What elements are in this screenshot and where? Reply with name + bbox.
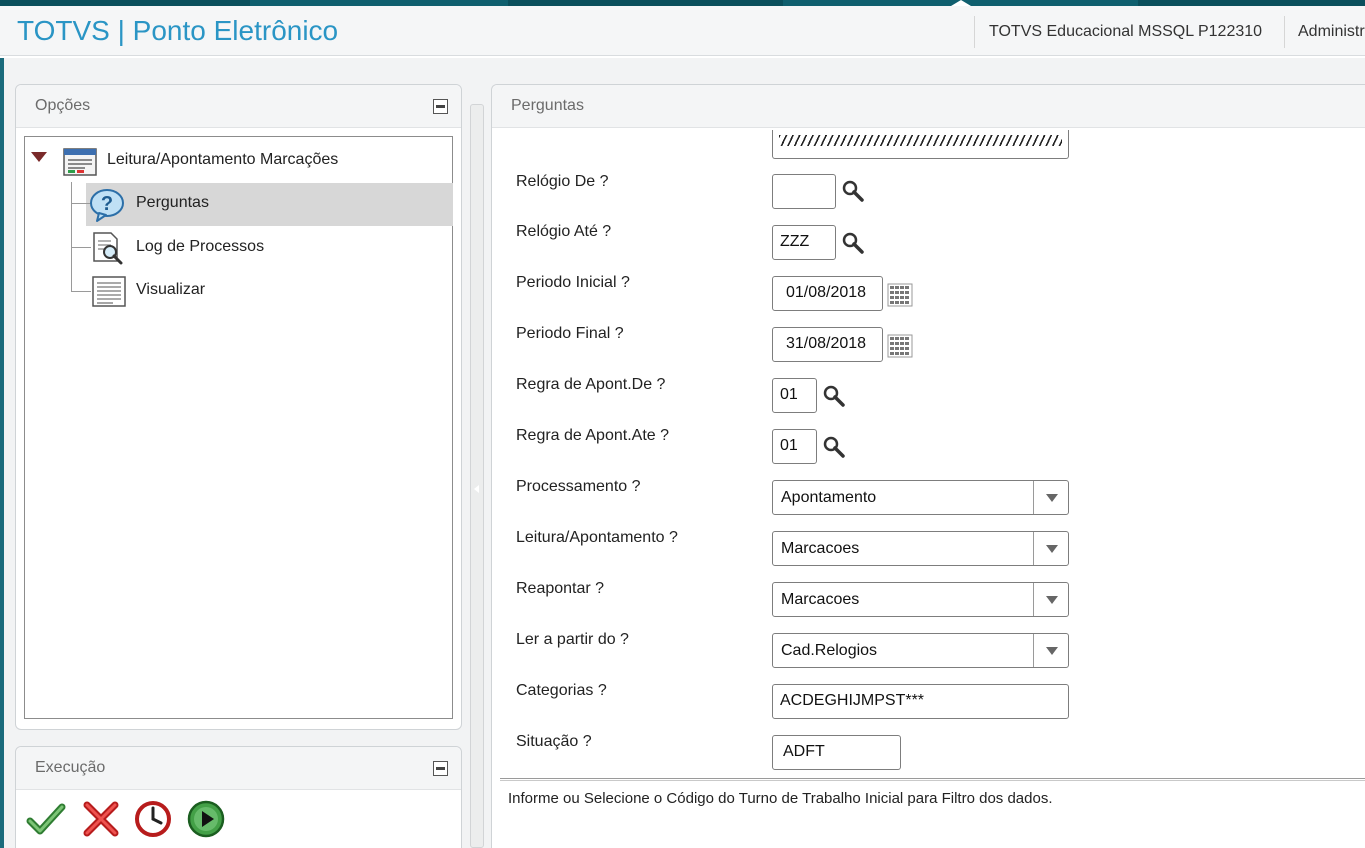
chevron-down-icon[interactable] bbox=[1033, 481, 1068, 514]
options-tree: Leitura/Apontamento Marcações ? Pergunta… bbox=[24, 136, 453, 719]
question-label: Relógio Até ? bbox=[516, 223, 612, 240]
tree-item-perguntas[interactable]: Perguntas bbox=[136, 194, 209, 212]
svg-text:?: ? bbox=[101, 193, 113, 215]
play-icon[interactable] bbox=[186, 799, 226, 839]
chevron-down-icon[interactable] bbox=[1033, 634, 1068, 667]
opcoes-panel-title: Opções bbox=[35, 97, 91, 114]
tree-expand-icon[interactable] bbox=[31, 152, 47, 162]
chevron-down-icon[interactable] bbox=[1033, 532, 1068, 565]
x-icon[interactable] bbox=[81, 799, 121, 839]
user-menu[interactable]: Administr bbox=[1284, 16, 1365, 48]
select-value: Marcacoes bbox=[781, 540, 860, 557]
chevron-down-icon[interactable] bbox=[1033, 583, 1068, 616]
tree-item-log-de-processos[interactable]: Log de Processos bbox=[136, 238, 264, 256]
reapontar-select[interactable]: Marcacoes bbox=[772, 582, 1069, 617]
processamento-select[interactable]: Apontamento bbox=[772, 480, 1069, 515]
calendar-icon[interactable] bbox=[887, 334, 913, 358]
periodo-final-input[interactable]: 31/08/2018 bbox=[772, 327, 883, 362]
tree-item-leitura-apontamento[interactable]: Leitura/Apontamento Marcações bbox=[107, 151, 338, 169]
leitura-apontamento-select[interactable]: Marcacoes bbox=[772, 531, 1069, 566]
check-icon[interactable] bbox=[26, 799, 66, 839]
periodo-inicial-input[interactable]: 01/08/2018 bbox=[772, 276, 883, 311]
tree-item-visualizar[interactable]: Visualizar bbox=[136, 281, 205, 299]
question-label: Relógio De ? bbox=[516, 173, 609, 190]
search-icon[interactable] bbox=[822, 435, 846, 459]
environment-label[interactable]: TOTVS Educacional MSSQL P122310 bbox=[974, 16, 1262, 48]
calendar-icon[interactable] bbox=[887, 283, 913, 307]
question-label: Reapontar ? bbox=[516, 580, 605, 597]
question-label: Periodo Final ? bbox=[516, 325, 624, 342]
tree-connector bbox=[71, 203, 91, 204]
tree-connector bbox=[71, 247, 91, 248]
panel-splitter[interactable] bbox=[470, 104, 484, 848]
relogio-de-input[interactable] bbox=[772, 174, 836, 209]
execucao-panel: Execução bbox=[15, 746, 462, 848]
perguntas-panel-header: Perguntas bbox=[492, 85, 1365, 128]
relogio-ate-input[interactable]: ZZZ bbox=[772, 225, 836, 260]
help-divider bbox=[500, 778, 1365, 781]
execucao-panel-title: Execução bbox=[35, 759, 106, 776]
question-label: Periodo Inicial ? bbox=[516, 274, 630, 291]
help-text: Informe ou Selecione o Código do Turno d… bbox=[508, 790, 1053, 807]
tree-connector bbox=[71, 182, 72, 292]
perguntas-panel-title: Perguntas bbox=[511, 97, 584, 114]
opcoes-panel: Opções Leitura/Apontamento Marcações ? P… bbox=[15, 84, 462, 730]
question-label: Categorias ? bbox=[516, 682, 607, 699]
window-list-icon bbox=[63, 148, 97, 176]
perguntas-panel: Perguntas Relógio De ? Relógio Até ? ZZZ… bbox=[491, 84, 1365, 848]
app-title: TOTVS | Ponto Eletrônico bbox=[17, 15, 339, 46]
question-label: Leitura/Apontamento ? bbox=[516, 529, 678, 546]
search-icon[interactable] bbox=[822, 384, 846, 408]
question-label: Ler a partir do ? bbox=[516, 631, 629, 648]
question-bubble-icon: ? bbox=[90, 189, 124, 222]
question-label: Regra de Apont.De ? bbox=[516, 376, 666, 393]
regra-apont-ate-input[interactable]: 01 bbox=[772, 429, 817, 464]
select-value: Apontamento bbox=[781, 489, 877, 506]
report-view-icon bbox=[92, 276, 126, 307]
situacao-input[interactable]: ADFT bbox=[772, 735, 901, 770]
opcoes-panel-header: Opções bbox=[16, 85, 461, 128]
masked-value bbox=[779, 135, 1062, 146]
regra-apont-de-input[interactable]: 01 bbox=[772, 378, 817, 413]
document-search-icon bbox=[93, 232, 123, 265]
question-label: Regra de Apont.Ate ? bbox=[516, 427, 669, 444]
search-icon[interactable] bbox=[841, 179, 865, 203]
execucao-collapse-icon[interactable] bbox=[433, 761, 448, 776]
splitter-collapse-icon[interactable] bbox=[474, 485, 479, 493]
question-label: Situação ? bbox=[516, 733, 592, 750]
execucao-panel-header: Execução bbox=[16, 747, 461, 790]
select-value: Marcacoes bbox=[781, 591, 860, 608]
categorias-input[interactable]: ACDEGHIJMPST*** bbox=[772, 684, 1069, 719]
scrolled-field-partial[interactable] bbox=[772, 130, 1069, 159]
select-value: Cad.Relogios bbox=[781, 642, 878, 659]
app-header: TOTVS | Ponto Eletrônico TOTVS Educacion… bbox=[0, 6, 1365, 56]
clock-icon[interactable] bbox=[133, 799, 173, 839]
search-icon[interactable] bbox=[841, 231, 865, 255]
tree-connector bbox=[71, 291, 91, 292]
question-label: Processamento ? bbox=[516, 478, 641, 495]
opcoes-collapse-icon[interactable] bbox=[433, 99, 448, 114]
ler-a-partir-select[interactable]: Cad.Relogios bbox=[772, 633, 1069, 668]
